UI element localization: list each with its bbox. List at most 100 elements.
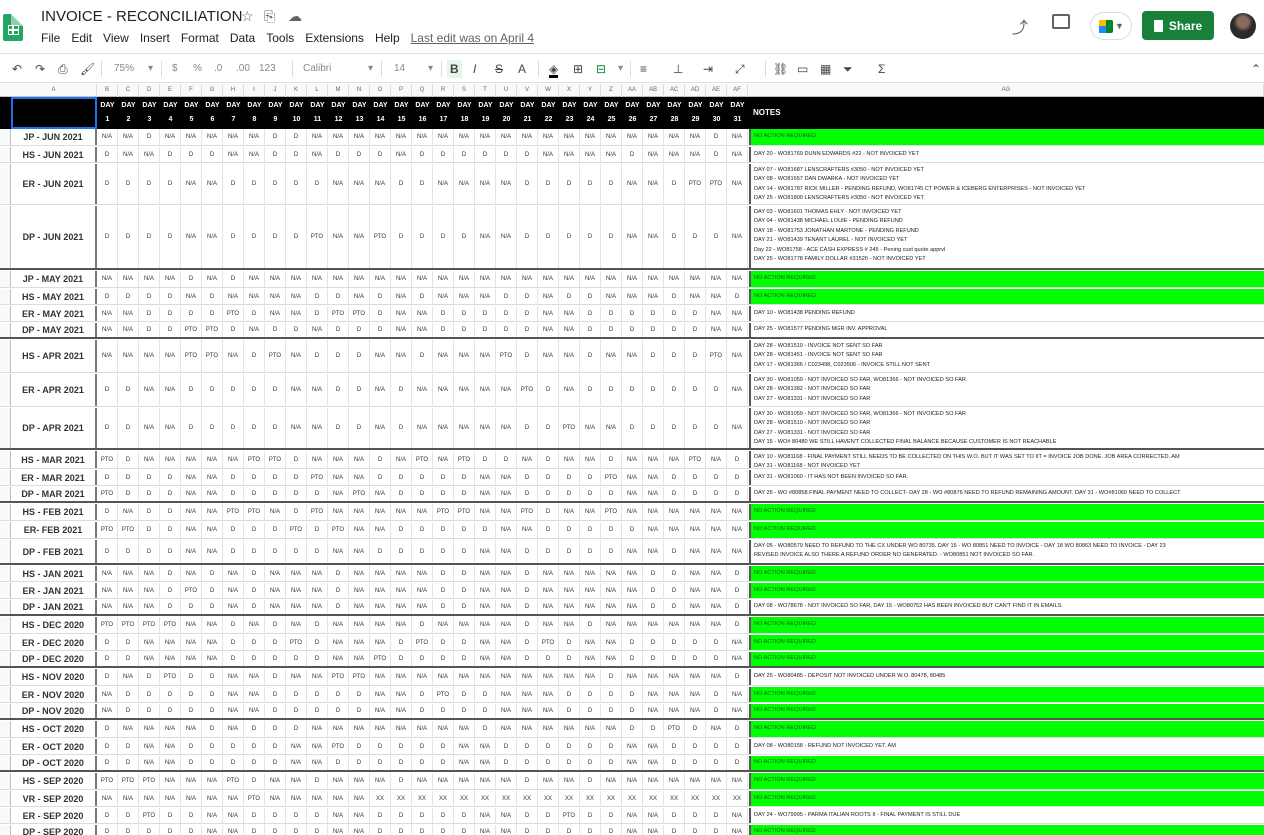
table-cell[interactable]: N/A <box>181 451 202 468</box>
notes-cell[interactable]: DAY 08 - WO78678 - NOT INVOICED SO FAR, … <box>749 600 1264 614</box>
table-cell[interactable]: N/A <box>181 617 202 633</box>
table-cell[interactable]: D <box>412 470 433 485</box>
table-cell[interactable]: PTO <box>97 617 118 633</box>
table-cell[interactable]: N/A <box>685 583 706 598</box>
table-cell[interactable]: N/A <box>244 323 265 337</box>
notes-cell[interactable]: NO ACTION REQUIRED <box>749 289 1264 304</box>
table-cell[interactable]: N/A <box>643 739 664 754</box>
table-cell[interactable]: D <box>391 487 412 501</box>
table-cell[interactable]: N/A <box>370 617 391 633</box>
table-cell[interactable]: N/A <box>496 669 517 685</box>
table-cell[interactable]: N/A <box>622 600 643 614</box>
table-cell[interactable]: D <box>496 756 517 770</box>
table-cell[interactable]: N/A <box>601 147 622 162</box>
table-cell[interactable]: D <box>454 323 475 337</box>
table-cell[interactable]: D <box>328 340 349 372</box>
row-number[interactable] <box>0 635 11 650</box>
table-cell[interactable]: D <box>664 323 685 337</box>
table-cell[interactable]: N/A <box>685 687 706 702</box>
row-number[interactable] <box>0 522 11 538</box>
table-cell[interactable]: D <box>160 147 181 162</box>
table-cell[interactable]: PTO <box>118 617 139 633</box>
table-cell[interactable]: D <box>370 306 391 321</box>
print-icon[interactable]: ⎙ <box>58 60 68 78</box>
table-cell[interactable]: D <box>202 374 223 406</box>
table-cell[interactable]: D <box>202 147 223 162</box>
table-cell[interactable]: XX <box>496 791 517 806</box>
table-cell[interactable]: N/A <box>496 635 517 650</box>
table-cell[interactable]: PTO <box>118 522 139 538</box>
table-cell[interactable]: D <box>139 687 160 702</box>
table-cell[interactable]: N/A <box>307 791 328 806</box>
table-cell[interactable]: D <box>328 408 349 448</box>
table-cell[interactable]: PTO <box>433 687 454 702</box>
table-cell[interactable]: D <box>559 522 580 538</box>
table-cell[interactable]: PTO <box>223 306 244 321</box>
table-cell[interactable]: N/A <box>391 600 412 614</box>
table-cell[interactable]: D <box>454 652 475 666</box>
notes-cell[interactable]: DAY 20 - WO81769 DUNN EDWARDS #22 - NOT … <box>749 147 1264 162</box>
table-cell[interactable]: D <box>664 540 685 563</box>
table-cell[interactable]: N/A <box>370 669 391 685</box>
table-cell[interactable]: N/A <box>454 271 475 287</box>
table-cell[interactable]: D <box>349 374 370 406</box>
row-number[interactable] <box>0 374 11 406</box>
table-cell[interactable]: D <box>433 206 454 268</box>
table-cell[interactable]: D <box>265 487 286 501</box>
row-label[interactable]: ER- FEB 2021 <box>11 522 97 538</box>
merge-cells-icon[interactable]: ⊟ <box>596 60 606 78</box>
move-icon[interactable]: ⎘ <box>264 8 275 25</box>
row-label[interactable]: DP - DEC 2020 <box>11 652 97 666</box>
table-cell[interactable]: D <box>244 522 265 538</box>
table-cell[interactable]: D <box>223 323 244 337</box>
table-cell[interactable]: D <box>118 451 139 468</box>
table-cell[interactable]: N/A <box>391 721 412 737</box>
table-cell[interactable]: N/A <box>517 721 538 737</box>
undo-icon[interactable]: ↶ <box>12 60 22 78</box>
table-cell[interactable]: N/A <box>727 652 748 666</box>
table-cell[interactable]: N/A <box>349 721 370 737</box>
table-cell[interactable]: D <box>517 470 538 485</box>
table-cell[interactable]: N/A <box>286 739 307 754</box>
table-cell[interactable]: D <box>139 504 160 520</box>
table-cell[interactable]: D <box>727 600 748 614</box>
table-cell[interactable]: D <box>706 756 727 770</box>
table-cell[interactable]: N/A <box>685 617 706 633</box>
table-cell[interactable]: D <box>475 721 496 737</box>
table-cell[interactable]: XX <box>643 791 664 806</box>
notes-cell[interactable]: NO ACTION REQUIRED <box>749 583 1264 598</box>
table-cell[interactable]: D <box>265 704 286 718</box>
table-cell[interactable]: N/A <box>160 374 181 406</box>
table-cell[interactable]: D <box>559 487 580 501</box>
table-cell[interactable]: N/A <box>244 147 265 162</box>
table-cell[interactable]: PTO <box>307 206 328 268</box>
notes-cell[interactable]: NO ACTION REQUIRED <box>749 504 1264 520</box>
table-cell[interactable]: D <box>244 306 265 321</box>
table-cell[interactable]: N/A <box>601 617 622 633</box>
table-cell[interactable]: N/A <box>412 271 433 287</box>
table-cell[interactable]: D <box>391 540 412 563</box>
table-cell[interactable]: N/A <box>307 721 328 737</box>
align-horizontal-icon[interactable]: ≡ <box>640 60 647 78</box>
table-cell[interactable]: N/A <box>265 600 286 614</box>
table-cell[interactable]: N/A <box>307 739 328 754</box>
table-cell[interactable]: D <box>559 206 580 268</box>
table-cell[interactable]: D <box>391 374 412 406</box>
table-cell[interactable]: N/A <box>160 408 181 448</box>
notes-cell[interactable]: DAY 05 - WO80579 NEED TO REFUND TO THE C… <box>749 540 1264 563</box>
col-header-AA[interactable]: AA <box>622 84 643 97</box>
table-cell[interactable]: D <box>391 206 412 268</box>
table-cell[interactable]: N/A <box>538 340 559 372</box>
table-cell[interactable]: D <box>118 704 139 718</box>
table-cell[interactable]: D <box>706 470 727 485</box>
table-cell[interactable]: D <box>265 206 286 268</box>
table-cell[interactable]: N/A <box>433 271 454 287</box>
table-cell[interactable]: D <box>601 687 622 702</box>
table-cell[interactable]: D <box>370 756 391 770</box>
table-cell[interactable]: PTO <box>706 340 727 372</box>
row-label[interactable]: VR - SEP 2020 <box>11 791 97 806</box>
table-cell[interactable]: D <box>370 147 391 162</box>
table-cell[interactable]: N/A <box>349 808 370 823</box>
table-cell[interactable]: N/A <box>202 271 223 287</box>
table-cell[interactable]: N/A <box>622 739 643 754</box>
